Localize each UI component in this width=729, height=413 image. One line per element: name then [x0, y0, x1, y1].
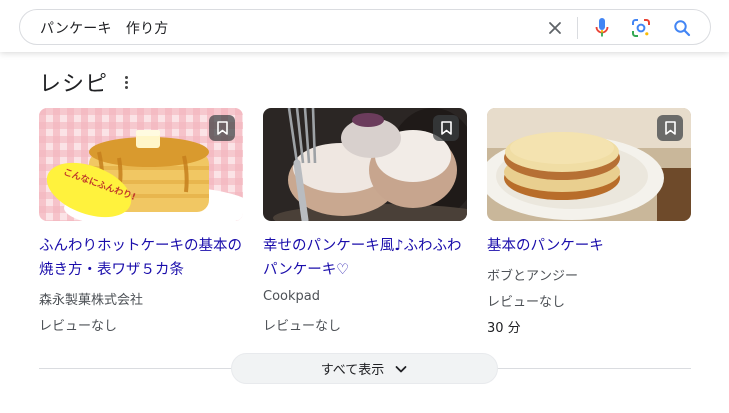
microphone-icon — [595, 18, 609, 37]
section-title: レシピ — [39, 72, 109, 97]
recipe-title[interactable]: 基本のパンケーキ — [487, 234, 691, 258]
bookmark-icon — [664, 121, 676, 135]
clear-search-button[interactable] — [544, 17, 566, 39]
recipe-card[interactable]: 幸せのパンケーキ風♪ふわふわパンケーキ♡ Cookpad レビューなし — [263, 108, 467, 338]
search-query[interactable]: パンケーキ 作り方 — [40, 18, 169, 38]
close-icon — [549, 22, 561, 34]
search-icon — [674, 20, 691, 37]
recipe-title[interactable]: 幸せのパンケーキ風♪ふわふわパンケーキ♡ — [263, 234, 467, 282]
recipe-image[interactable]: こんなにふんわり! — [39, 108, 243, 221]
recipe-rating: レビューなし — [263, 319, 342, 334]
recipe-rating: レビューなし — [39, 319, 118, 334]
bookmark-icon — [216, 121, 228, 135]
chevron-down-icon — [395, 365, 407, 372]
search-submit-button[interactable] — [670, 16, 694, 40]
search-divider — [577, 17, 578, 39]
recipe-source: 森永製菓株式会社 — [39, 293, 144, 308]
save-recipe-button[interactable] — [657, 115, 683, 141]
recipe-cook-time: 30 分 — [487, 321, 521, 336]
bookmark-icon — [440, 121, 452, 135]
more-vert-icon — [124, 75, 128, 79]
recipe-image[interactable] — [263, 108, 467, 221]
recipe-source: Cookpad — [263, 289, 320, 304]
save-recipe-button[interactable] — [209, 115, 235, 141]
recipe-title[interactable]: ふんわりホットケーキの基本の焼き方・表ワザ５カ条 — [39, 234, 243, 282]
recipe-source: ボブとアンジー — [487, 269, 579, 284]
voice-search-button[interactable] — [590, 16, 614, 40]
image-search-button[interactable] — [629, 16, 653, 40]
show-all-label: すべて表示 — [320, 363, 385, 378]
recipe-rating: レビューなし — [487, 295, 566, 310]
search-box[interactable]: パンケーキ 作り方 — [19, 9, 711, 45]
search-header: パンケーキ 作り方 — [0, 0, 729, 52]
save-recipe-button[interactable] — [433, 115, 459, 141]
recipe-card[interactable]: 基本のパンケーキ ボブとアンジー レビューなし 30 分 — [487, 108, 691, 338]
more-options-button[interactable] — [118, 71, 134, 93]
recipe-image[interactable] — [487, 108, 691, 221]
lens-icon — [632, 19, 650, 37]
show-all-button[interactable]: すべて表示 — [231, 353, 498, 384]
recipe-card[interactable]: こんなにふんわり! ふんわりホットケーキの基本の焼き方・表ワザ５カ条 森永製菓株… — [39, 108, 243, 338]
